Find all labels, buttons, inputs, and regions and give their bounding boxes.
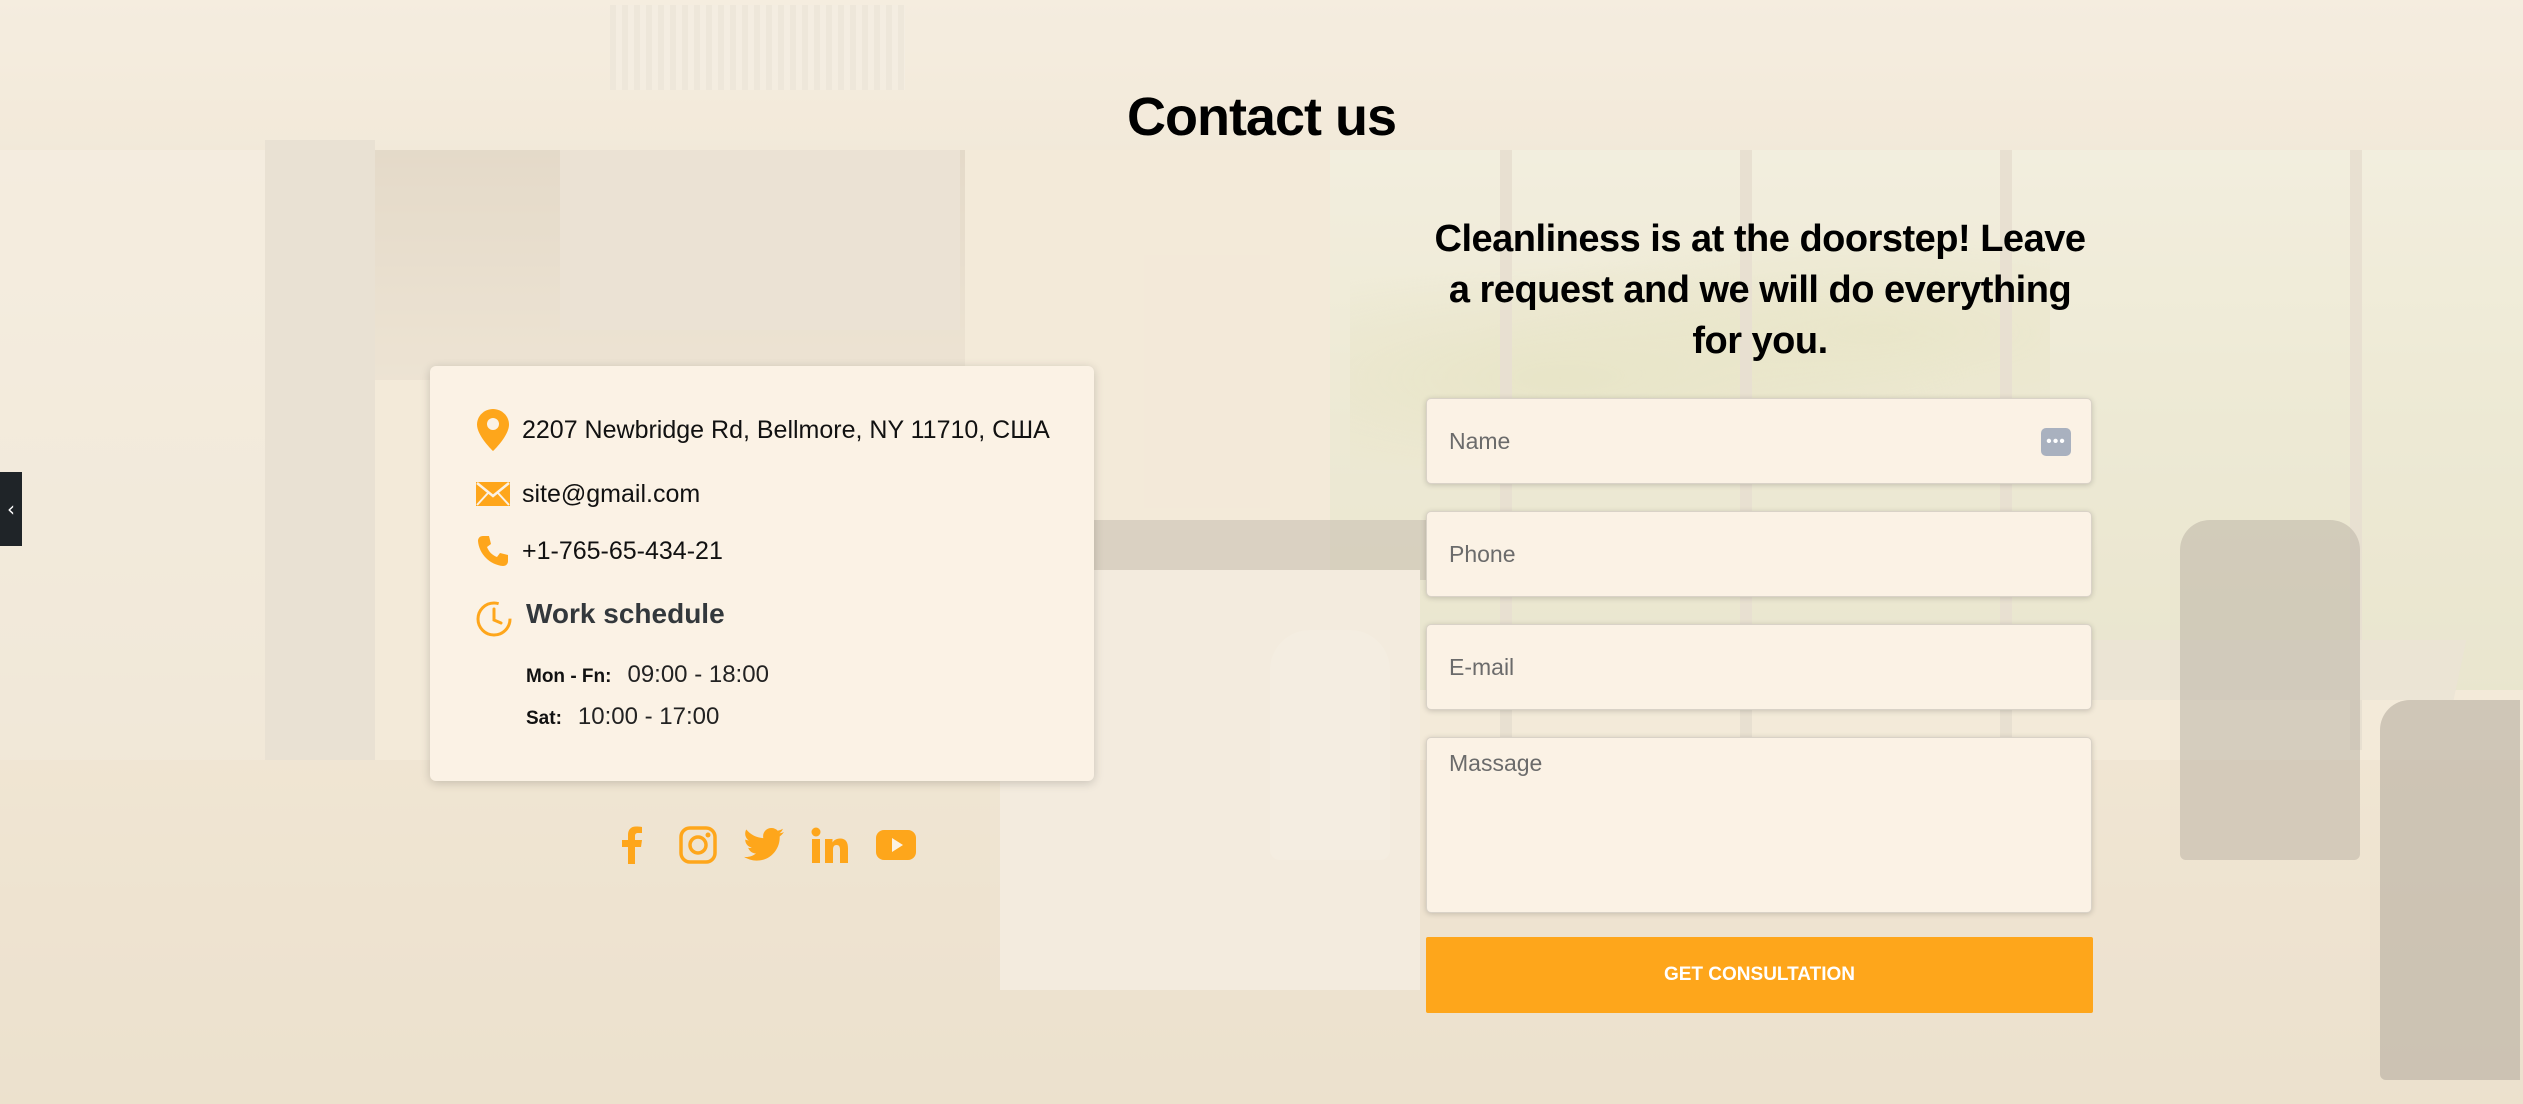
schedule-row: Sat: 10:00 - 17:00 <box>526 703 719 731</box>
twitter-icon[interactable] <box>742 823 786 867</box>
schedule-day: Sat: <box>526 708 562 729</box>
facebook-icon[interactable] <box>610 823 654 867</box>
instagram-icon[interactable] <box>676 823 720 867</box>
phone-icon <box>474 531 512 571</box>
page-title: Contact us <box>1126 87 1397 147</box>
autofill-icon[interactable]: ••• <box>2041 428 2071 456</box>
phone-input[interactable] <box>1427 512 2091 596</box>
name-input[interactable] <box>1427 399 2091 483</box>
phone-field-wrapper <box>1426 511 2092 597</box>
phone-row: +1-765-65-434-21 <box>474 531 723 571</box>
form-heading: Cleanliness is at the doorstep! Leave a … <box>1434 218 2086 362</box>
youtube-icon[interactable] <box>874 823 918 867</box>
chevron-left-icon: ‹ <box>7 497 15 521</box>
envelope-icon <box>474 474 512 514</box>
clock-icon <box>474 599 514 644</box>
linkedin-icon[interactable] <box>808 823 852 867</box>
social-links <box>610 820 940 870</box>
schedule-title: Work schedule <box>526 598 725 629</box>
message-field-wrapper <box>1426 737 2092 913</box>
message-textarea[interactable] <box>1427 738 2091 912</box>
phone-link[interactable]: +1-765-65-434-21 <box>522 537 723 566</box>
address-text: 2207 Newbridge Rd, Bellmore, NY 11710, С… <box>522 415 1050 444</box>
schedule-hours: 10:00 - 17:00 <box>577 703 720 730</box>
address-row: 2207 Newbridge Rd, Bellmore, NY 11710, С… <box>474 409 1050 451</box>
schedule-hours: 09:00 - 18:00 <box>627 661 769 688</box>
email-input[interactable] <box>1427 625 2091 709</box>
contact-info-card: 2207 Newbridge Rd, Bellmore, NY 11710, С… <box>430 366 1094 781</box>
background-photo <box>0 0 2523 1104</box>
location-pin-icon <box>474 409 512 451</box>
email-field-wrapper <box>1426 624 2092 710</box>
name-field-wrapper: ••• <box>1426 398 2092 484</box>
get-consultation-button[interactable]: GET CONSULTATION <box>1426 937 2093 1013</box>
side-panel-toggle[interactable]: ‹ <box>0 472 22 546</box>
email-row: site@gmail.com <box>474 474 700 514</box>
email-link[interactable]: site@gmail.com <box>522 480 700 509</box>
schedule-row: Mon - Fn: 09:00 - 18:00 <box>526 661 769 689</box>
schedule-day: Mon - Fn: <box>526 666 612 687</box>
contact-page: ‹ Contact us 2207 Newbridge Rd, Bellmore… <box>0 0 2523 1104</box>
